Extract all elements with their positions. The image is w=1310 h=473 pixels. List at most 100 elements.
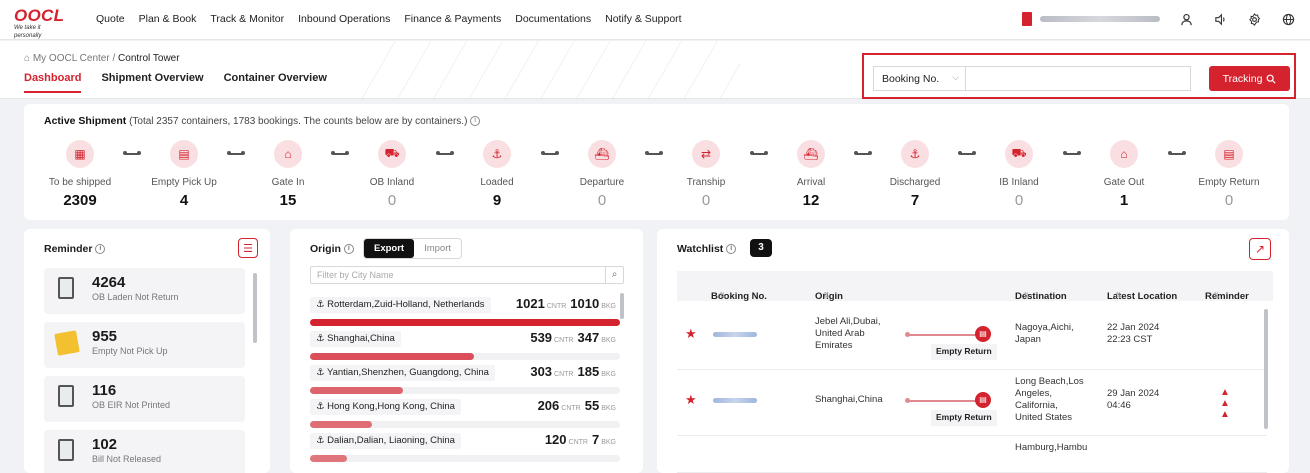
bkg-unit: BKG (601, 303, 616, 310)
settings-icon[interactable] (1246, 11, 1262, 27)
stage-ob-inland[interactable]: ⛟ OB Inland 0 (347, 140, 437, 209)
reminder-item[interactable]: 102 Bill Not Released (44, 430, 245, 473)
sort-icon[interactable]: ⇅ (719, 291, 726, 300)
origin-city-name: Yantian,Shenzhen, Guangdong, China (326, 367, 489, 378)
stage-tranship[interactable]: ⇄ Tranship 0 (661, 140, 751, 209)
expand-icon[interactable]: ↗ (1249, 238, 1271, 260)
speaker-icon[interactable] (1212, 11, 1228, 27)
origin-row[interactable]: ⚓ Shanghai,China 539 CNTR 347 BKG (310, 330, 620, 365)
stage-connector (645, 151, 663, 155)
globe-icon[interactable] (1280, 11, 1296, 27)
status-badge: Empty Return (931, 410, 997, 426)
stage-departure[interactable]: ⛴ Departure 0 (557, 140, 647, 209)
stage-gate-out[interactable]: ⌂ Gate Out 1 (1079, 140, 1169, 209)
port-icon: ⚓ (316, 401, 328, 412)
origin-row[interactable]: ⚓ Yantian,Shenzhen, Guangdong, China 303 C… (310, 364, 620, 399)
origin-row[interactable]: ⚓ Dalian,Dalian, Liaoning, China 120 CNTR 7… (310, 432, 620, 467)
user-icon[interactable] (1178, 11, 1194, 27)
nav-finance-payments[interactable]: Finance & Payments (404, 13, 501, 25)
export-toggle[interactable]: Export (364, 239, 415, 258)
reminder-item[interactable]: 116 OB EIR Not Printed (44, 376, 245, 422)
origin-row[interactable]: ⚓ Hong Kong,Hong Kong, China 206 CNTR 55 BKG (310, 398, 620, 433)
reminder-item[interactable]: 955 Empty Not Pick Up (44, 322, 245, 368)
sort-icon[interactable]: ⇅ (1115, 291, 1122, 300)
sort-icon[interactable]: ⇅ (823, 291, 830, 300)
origin-line: Emirates (815, 340, 853, 351)
reminder-scrollbar[interactable] (253, 273, 257, 343)
gate-icon: ⌂ (274, 140, 302, 168)
chevron-down-icon: ⌵ (952, 72, 959, 82)
location-line: 22 Jan 2024 (1107, 322, 1160, 333)
star-icon[interactable]: ★ (685, 326, 697, 342)
origin-city-name: Rotterdam,Zuid-Holland, Netherlands (327, 299, 485, 310)
search-icon[interactable]: ⌕ (605, 267, 623, 283)
nav-notify-support[interactable]: Notify & Support (605, 13, 681, 25)
nav-documentations[interactable]: Documentations (515, 13, 591, 25)
cntr-unit: CNTR (561, 405, 581, 412)
cntr-count: 303 (530, 364, 553, 379)
origin-scrollbar[interactable] (620, 293, 624, 319)
reminder-item[interactable]: 4264 OB Laden Not Return (44, 268, 245, 314)
city-filter-input[interactable]: Filter by City Name ⌕ (310, 266, 624, 284)
breadcrumb-root[interactable]: My OOCL Center (33, 53, 110, 64)
info-icon[interactable]: i (343, 244, 354, 255)
bkg-unit: BKG (601, 439, 616, 446)
stage-ib-inland[interactable]: ⛟ IB Inland 0 (974, 140, 1064, 209)
sort-icon[interactable]: ⇅ (1023, 291, 1030, 300)
container-icon: ▤ (1215, 140, 1243, 168)
crane-icon: ⚓ (901, 140, 929, 168)
stage-arrival[interactable]: ⛴ Arrival 12 (766, 140, 856, 209)
filter-settings-button[interactable]: ☰ (238, 238, 258, 258)
tab-shipment-overview[interactable]: Shipment Overview (101, 72, 203, 93)
booking-number-redacted[interactable] (713, 332, 757, 337)
dashboard-tabs: Dashboard Shipment Overview Container Ov… (24, 72, 327, 93)
stage-empty-return[interactable]: ▤ Empty Return 0 (1184, 140, 1274, 209)
search-type-select[interactable]: Booking No. ⌵ (873, 66, 965, 91)
nav-quote[interactable]: Quote (96, 13, 125, 25)
star-icon[interactable]: ★ (685, 392, 697, 408)
stage-label: Loaded (480, 177, 514, 188)
stage-gate-in[interactable]: ⌂ Gate In 15 (243, 140, 333, 209)
origin-row[interactable]: ⚓ Rotterdam,Zuid-Holland, Netherlands 102… (310, 296, 620, 331)
stage-loaded[interactable]: ⚓ Loaded 9 (452, 140, 542, 209)
tracking-number-input[interactable] (965, 66, 1191, 91)
watchlist-row[interactable]: Hamburg,Hambu (677, 436, 1267, 473)
info-icon[interactable]: i (95, 244, 106, 255)
info-icon[interactable]: i (470, 116, 481, 127)
container-icon: ▤ (975, 392, 991, 408)
stage-label: IB Inland (999, 177, 1039, 188)
origin-card: Origin i Export Import Filter by City Na… (290, 229, 643, 473)
origin-city: ⚓ Dalian,Dalian, Liaoning, China (310, 433, 461, 449)
latest-location-cell: 22 Jan 2024 22:23 CST (1107, 322, 1159, 346)
destination-line: Hamburg,Hambu (1015, 442, 1088, 453)
stage-label: Departure (579, 177, 625, 188)
info-icon[interactable]: i (726, 244, 737, 255)
booking-number-redacted[interactable] (713, 398, 757, 403)
document-icon (58, 277, 74, 299)
tab-dashboard[interactable]: Dashboard (24, 72, 82, 93)
warning-icon: ▲ (1220, 409, 1230, 420)
progress-line (907, 334, 979, 336)
stage-discharged[interactable]: ⚓ Discharged 7 (870, 140, 960, 209)
tracking-button[interactable]: Tracking (1209, 66, 1290, 91)
sort-icon[interactable]: ⇅ (1213, 291, 1220, 300)
import-toggle[interactable]: Import (414, 239, 461, 258)
nav-plan-book[interactable]: Plan & Book (139, 13, 197, 25)
oocl-logo[interactable]: OOCL We take it personally (14, 7, 68, 39)
watchlist-row[interactable]: ★ Shanghai,China ▤ Empty Return Long Beach,L… (677, 370, 1267, 436)
reminder-card: Reminder i ☰ 4264 OB Laden Not Return 955 E… (24, 229, 270, 473)
bkg-count: 185 (577, 364, 600, 379)
share-bar-fill (310, 421, 372, 428)
destination-line: Japan (1015, 334, 1041, 345)
watchlist-scrollbar[interactable] (1264, 309, 1268, 429)
tab-container-overview[interactable]: Container Overview (224, 72, 327, 93)
watchlist-row[interactable]: ★ Jebel Ali,Dubai, United Arab Emirates ▤ Emp… (677, 304, 1267, 370)
nav-inbound-operations[interactable]: Inbound Operations (298, 13, 390, 25)
home-icon[interactable]: ⌂ (24, 53, 30, 64)
origin-values: 303 CNTR 185 BKG (530, 364, 620, 379)
port-icon: ⚓ (316, 333, 328, 344)
stage-empty-pick-up[interactable]: ▤ Empty Pick Up 4 (139, 140, 229, 209)
nav-track-monitor[interactable]: Track & Monitor (210, 13, 284, 25)
account-selector[interactable] (1022, 12, 1160, 26)
stage-to-be-shipped[interactable]: ▦ To be shipped 2309 (35, 140, 125, 209)
